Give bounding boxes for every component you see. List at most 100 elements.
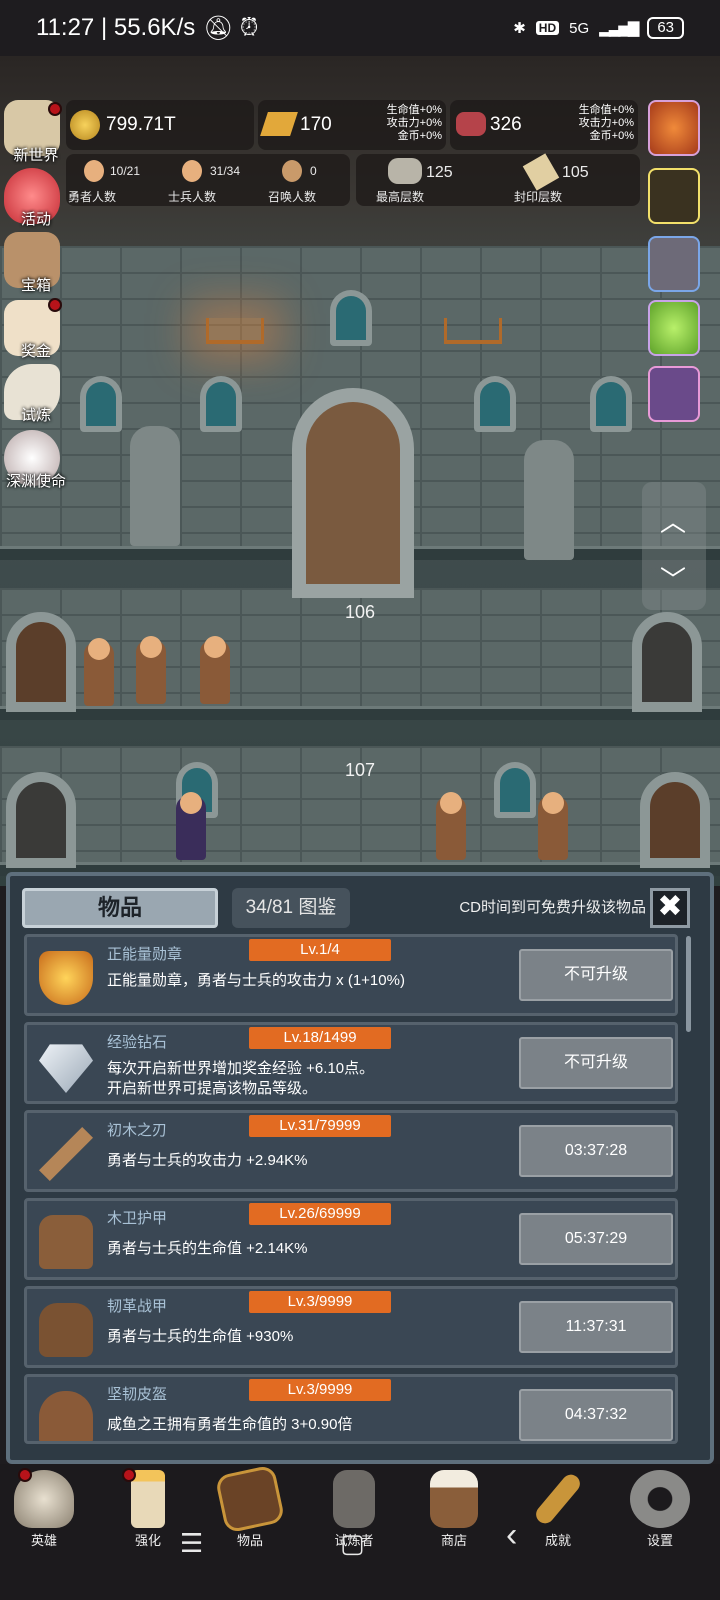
nav-label: 商店 bbox=[440, 1533, 467, 1548]
nav-label: 物品 bbox=[236, 1533, 263, 1548]
floor-door-left bbox=[6, 772, 76, 868]
home-button[interactable]: ▢ bbox=[340, 1528, 365, 1559]
item-name: 韧革战甲 bbox=[107, 1298, 168, 1315]
meat-icon bbox=[456, 112, 486, 136]
nav-label: 强化 bbox=[134, 1533, 161, 1548]
chevron-down-icon[interactable]: ﹀ bbox=[660, 560, 686, 597]
gold-coin-icon bbox=[70, 110, 100, 140]
nav-label: 英雄 bbox=[30, 1533, 57, 1548]
candle-buff-icon[interactable] bbox=[648, 168, 700, 224]
activity-label: 活动 bbox=[20, 211, 51, 228]
lantern-icon bbox=[333, 1470, 375, 1528]
cooldown-button[interactable]: 11:37:31 bbox=[519, 1301, 673, 1353]
floor-door-right bbox=[632, 612, 702, 712]
window bbox=[80, 376, 122, 432]
nav-shop[interactable]: 商店 bbox=[414, 1470, 494, 1549]
seal-floor-value: 105 bbox=[562, 164, 589, 181]
item-row: 坚韧皮盔 Lv.3/9999 咸鱼之王拥有勇者生命值的 3+0.90倍 04:3… bbox=[24, 1374, 678, 1444]
window bbox=[330, 290, 372, 346]
castle-gate bbox=[292, 388, 414, 598]
max-floor-value: 125 bbox=[426, 164, 453, 181]
scroll-icon bbox=[522, 153, 560, 191]
knight-statue bbox=[130, 426, 180, 546]
soldier-character bbox=[436, 792, 466, 860]
summon-count-value: 0 bbox=[310, 164, 317, 178]
meat-value: 326 bbox=[490, 114, 522, 135]
treasure-chest-label: 宝箱 bbox=[20, 277, 51, 294]
item-name: 正能量勋章 bbox=[107, 946, 183, 963]
item-level: Lv.18/1499 bbox=[249, 1027, 391, 1049]
item-level: Lv.3/9999 bbox=[249, 1379, 391, 1401]
close-button[interactable]: ✖ bbox=[650, 888, 690, 928]
summon-count-icon bbox=[282, 160, 302, 182]
gold-panel: 799.71T bbox=[66, 100, 254, 150]
meat-buff-icon[interactable] bbox=[648, 236, 700, 292]
floor-record-panel: 125 最高层数 105 封印层数 bbox=[356, 153, 640, 206]
gold-bar-value: 170 bbox=[300, 114, 332, 135]
item-row: 韧革战甲 Lv.3/9999 勇者与士兵的生命值 +930% 11:37:31 bbox=[24, 1286, 678, 1368]
notification-dot bbox=[122, 1468, 136, 1482]
slime-buff-icon[interactable] bbox=[648, 300, 700, 356]
alarm-icon: ⏰︎ bbox=[239, 14, 259, 41]
soldier-character bbox=[136, 636, 166, 704]
trial-label: 试炼 bbox=[20, 407, 51, 424]
upgrade-button[interactable]: 不可升级 bbox=[519, 1037, 673, 1089]
bonus-list: 生命值+0% 攻击力+0% 金币+0% bbox=[578, 104, 634, 142]
soldier-count-label: 士兵人数 bbox=[168, 190, 217, 204]
item-desc: 勇者与士兵的攻击力 +2.94K% bbox=[107, 1152, 308, 1169]
cooldown-button[interactable]: 03:37:28 bbox=[519, 1125, 673, 1177]
crown-icon bbox=[39, 951, 93, 1005]
wizard-character bbox=[176, 792, 206, 860]
new-world-label: 新世界 bbox=[13, 147, 59, 164]
wooden-sword-icon bbox=[39, 1127, 93, 1181]
hero-buff-icon[interactable] bbox=[648, 366, 700, 422]
back-button[interactable]: ‹ bbox=[506, 1516, 517, 1555]
nav-label: 成就 bbox=[544, 1533, 571, 1548]
item-name: 初木之刃 bbox=[107, 1122, 168, 1139]
bonus-list: 生命值+0% 攻击力+0% 金币+0% bbox=[386, 104, 442, 142]
chandelier-lit bbox=[206, 318, 264, 344]
window bbox=[494, 762, 536, 818]
battery-indicator: 63 bbox=[647, 17, 684, 39]
hd-icon: HD bbox=[535, 21, 560, 35]
item-row: 木卫护甲 Lv.26/69999 勇者与士兵的生命值 +2.14K% 05:37… bbox=[24, 1198, 678, 1280]
cooldown-button[interactable]: 04:37:32 bbox=[519, 1389, 673, 1441]
nav-heroes[interactable]: 英雄 bbox=[4, 1470, 84, 1549]
soldier-count-value: 31/34 bbox=[210, 164, 241, 178]
summon-count-label: 召唤人数 bbox=[268, 190, 317, 204]
item-level: Lv.31/79999 bbox=[249, 1115, 391, 1137]
floor-door-left bbox=[6, 612, 76, 712]
item-name: 坚韧皮盔 bbox=[107, 1386, 168, 1403]
chevron-up-icon[interactable]: ︿ bbox=[660, 502, 686, 539]
floor-scroll-control: ︿ ﹀ bbox=[642, 482, 706, 610]
menu-button[interactable]: ☰ bbox=[180, 1528, 203, 1559]
abyss-mission-label: 深渊使命 bbox=[5, 473, 66, 490]
nav-enhance[interactable]: 强化 bbox=[108, 1470, 188, 1549]
nav-label: 设置 bbox=[646, 1533, 673, 1548]
window bbox=[590, 376, 632, 432]
window bbox=[200, 376, 242, 432]
item-desc: 勇者与士兵的生命值 +930% bbox=[107, 1328, 294, 1345]
nav-settings[interactable]: 设置 bbox=[620, 1470, 700, 1549]
floor-a-ground bbox=[0, 706, 720, 720]
collection-button[interactable]: 34/81 图鉴 bbox=[232, 888, 350, 928]
window bbox=[474, 376, 516, 432]
leather-helmet-icon bbox=[39, 1391, 93, 1441]
status-time: 11:27 | 55.6K/s bbox=[36, 14, 196, 41]
cooldown-button[interactable]: 05:37:29 bbox=[519, 1213, 673, 1265]
apple-buff-icon[interactable] bbox=[648, 100, 700, 156]
upgrade-button[interactable]: 不可升级 bbox=[519, 949, 673, 1001]
floor-door-right bbox=[640, 772, 710, 868]
gold-bar-icon bbox=[260, 112, 298, 136]
item-level: Lv.3/9999 bbox=[249, 1291, 391, 1313]
item-desc: 勇者与士兵的生命值 +2.14K% bbox=[107, 1240, 308, 1257]
gold-value: 799.71T bbox=[106, 114, 176, 135]
nav-achievements[interactable]: 成就 bbox=[518, 1470, 598, 1549]
item-name: 木卫护甲 bbox=[107, 1210, 168, 1227]
leather-armor-icon bbox=[39, 1303, 93, 1357]
nav-items[interactable]: 物品 bbox=[210, 1464, 290, 1549]
scrollbar[interactable] bbox=[686, 936, 691, 1032]
max-floor-label: 最高层数 bbox=[376, 190, 425, 204]
notification-dot bbox=[48, 102, 62, 116]
soldier-character bbox=[538, 792, 568, 860]
